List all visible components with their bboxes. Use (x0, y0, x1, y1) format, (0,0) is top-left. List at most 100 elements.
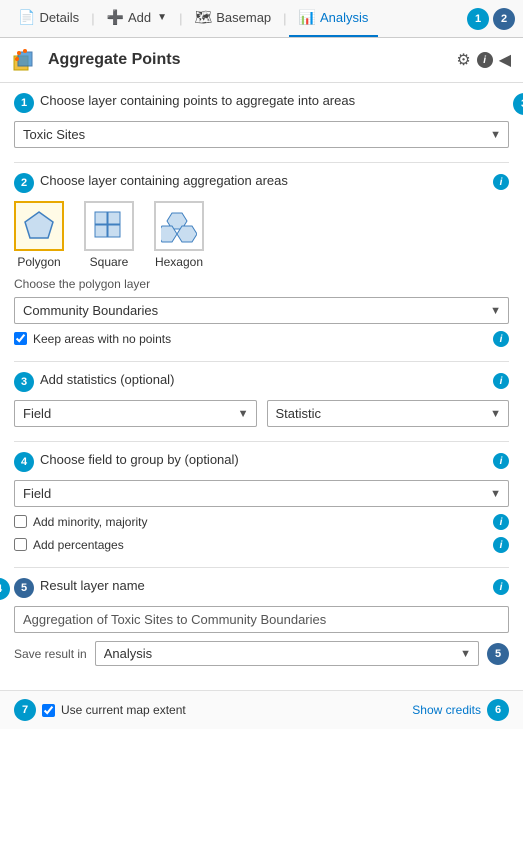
section-3-badge: 3 (14, 372, 34, 392)
nav-analysis-label: Analysis (320, 10, 368, 25)
percentages-info[interactable]: i (493, 537, 509, 553)
section-1-header: 1 Choose layer containing points to aggr… (14, 93, 509, 113)
use-extent-container: 7 Use current map extent (14, 699, 186, 721)
nav-add[interactable]: ➕ Add ▼ (97, 0, 177, 37)
shape-hexagon-label: Hexagon (155, 255, 203, 269)
section-5: 4 5 Result layer name i Save result in A… (14, 578, 509, 666)
section-5-info[interactable]: i (493, 579, 509, 595)
result-layer-input[interactable] (14, 606, 509, 633)
statistic-dropdown[interactable]: Statistic (267, 400, 510, 427)
credits-container: Show credits 6 (412, 699, 509, 721)
section-3-fields: Field ▼ Statistic ▼ (14, 400, 509, 427)
panel-title: Aggregate Points (48, 51, 456, 69)
section-1-badge: 1 (14, 93, 34, 113)
section-1: 1 Choose layer containing points to aggr… (14, 93, 509, 148)
divider-3 (14, 441, 509, 442)
settings-button[interactable]: ⚙ (456, 50, 470, 70)
top-navigation: 📄 Details | ➕ Add ▼ | 🗺 Basemap | 📊 Anal… (0, 0, 523, 38)
section-4-info[interactable]: i (493, 453, 509, 469)
square-icon (91, 208, 127, 244)
section-1-title: Choose layer containing points to aggreg… (40, 93, 509, 110)
nav-details-label: Details (39, 10, 79, 25)
top-badge-2[interactable]: 2 (493, 8, 515, 30)
section-1-dropdown[interactable]: Toxic Sites (14, 121, 509, 148)
add-icon: ➕ (107, 9, 124, 26)
nav-sep-3: | (283, 11, 286, 26)
panel-header: Aggregate Points ⚙ i ◀ (0, 38, 523, 83)
section-left-badge-4[interactable]: 4 (0, 578, 10, 600)
section-1-right-badge[interactable]: 3 (513, 93, 523, 115)
divider-4 (14, 567, 509, 568)
minority-checkbox[interactable] (14, 515, 27, 528)
polygon-sublabel: Choose the polygon layer (14, 277, 509, 291)
nav-analysis[interactable]: 📊 Analysis (289, 0, 379, 37)
show-credits-link[interactable]: Show credits (412, 703, 481, 717)
shape-hexagon[interactable]: Hexagon (154, 201, 204, 269)
section-5-badge: 5 (14, 578, 34, 598)
panel-body: 1 Choose layer containing points to aggr… (0, 83, 523, 690)
basemap-icon: 🗺 (194, 9, 212, 26)
section-4-dropdown-wrapper: Field ▼ (14, 480, 509, 507)
add-dropdown-arrow: ▼ (157, 12, 167, 23)
field-dropdown[interactable]: Field (14, 400, 257, 427)
shape-polygon[interactable]: Polygon (14, 201, 64, 269)
section-2-title: Choose layer containing aggregation area… (40, 173, 487, 190)
section-2-info[interactable]: i (493, 174, 509, 190)
section-2-dropdown[interactable]: Community Boundaries (14, 297, 509, 324)
shape-square[interactable]: Square (84, 201, 134, 269)
percentages-label: Add percentages (33, 538, 124, 552)
section-2: 2 Choose layer containing aggregation ar… (14, 173, 509, 347)
percentages-row: Add percentages i (14, 536, 509, 553)
use-extent-checkbox[interactable] (42, 704, 55, 717)
shape-square-box[interactable] (84, 201, 134, 251)
keep-areas-row: Keep areas with no points i (14, 330, 509, 347)
collapse-button[interactable]: ◀ (499, 50, 511, 70)
shape-polygon-box[interactable] (14, 201, 64, 251)
keep-areas-label: Keep areas with no points (33, 332, 171, 346)
section-5-title: Result layer name (40, 578, 487, 595)
nav-basemap-label: Basemap (216, 10, 271, 25)
bottom-left-badge-7[interactable]: 7 (14, 699, 36, 721)
header-actions: ⚙ i ◀ (456, 50, 511, 70)
section-1-dropdown-wrapper: Toxic Sites ▼ (14, 121, 509, 148)
section-3: 3 Add statistics (optional) i Field ▼ St… (14, 372, 509, 427)
save-dropdown[interactable]: Analysis (95, 641, 479, 666)
save-label: Save result in (14, 647, 87, 661)
nav-sep-2: | (179, 11, 182, 26)
percentages-checkbox[interactable] (14, 538, 27, 551)
field-dropdown-wrapper: Field ▼ (14, 400, 257, 427)
shape-hexagon-box[interactable] (154, 201, 204, 251)
minority-label: Add minority, majority (33, 515, 147, 529)
save-row: Save result in Analysis ▼ 5 (14, 641, 509, 666)
section-2-header: 2 Choose layer containing aggregation ar… (14, 173, 509, 193)
divider-2 (14, 361, 509, 362)
bottom-row: 7 Use current map extent Show credits 6 (0, 690, 523, 729)
bottom-right-badge-6[interactable]: 6 (487, 699, 509, 721)
header-info-icon[interactable]: i (477, 52, 493, 68)
section-4: 4 Choose field to group by (optional) i … (14, 452, 509, 553)
keep-areas-checkbox[interactable] (14, 332, 27, 345)
minority-info[interactable]: i (493, 514, 509, 530)
section-5-header: 5 Result layer name i (14, 578, 509, 598)
keep-areas-info[interactable]: i (493, 331, 509, 347)
section-4-dropdown[interactable]: Field (14, 480, 509, 507)
shape-options: Polygon Square (14, 201, 509, 269)
section-4-title: Choose field to group by (optional) (40, 452, 487, 469)
divider-1 (14, 162, 509, 163)
nav-sep-1: | (91, 11, 94, 26)
nav-basemap[interactable]: 🗺 Basemap (184, 0, 281, 37)
save-right-badge-5[interactable]: 5 (487, 643, 509, 665)
section-3-info[interactable]: i (493, 373, 509, 389)
shape-polygon-label: Polygon (17, 255, 60, 269)
minority-row: Add minority, majority i (14, 513, 509, 530)
save-dropdown-wrapper: Analysis ▼ (95, 641, 479, 666)
section-4-header: 4 Choose field to group by (optional) i (14, 452, 509, 472)
details-icon: 📄 (18, 9, 35, 26)
nav-add-label: Add (128, 10, 151, 25)
section-4-badge: 4 (14, 452, 34, 472)
nav-details[interactable]: 📄 Details (8, 0, 89, 37)
section-2-dropdown-wrapper: Community Boundaries ▼ (14, 297, 509, 324)
top-badge-1[interactable]: 1 (467, 8, 489, 30)
statistic-dropdown-wrapper: Statistic ▼ (267, 400, 510, 427)
section-3-title: Add statistics (optional) (40, 372, 487, 389)
